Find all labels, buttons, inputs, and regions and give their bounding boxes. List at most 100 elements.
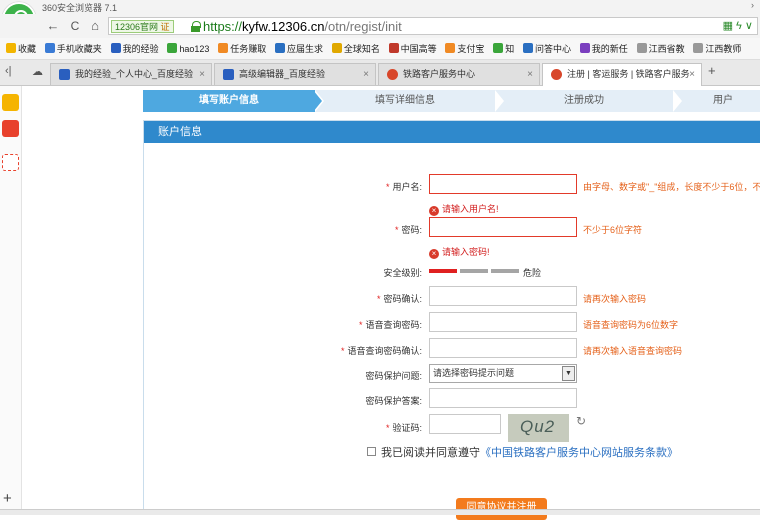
favorite-item[interactable]: 我的经验 xyxy=(110,38,159,59)
strength-bar-medium xyxy=(460,269,488,273)
mail-icon[interactable] xyxy=(2,154,19,171)
cert-icon: 证 xyxy=(160,22,170,32)
favorite-label: 手机收藏夹 xyxy=(56,44,102,54)
required-mark: * xyxy=(385,423,390,433)
baidu-icon xyxy=(110,43,121,53)
favorite-item[interactable]: hao123 xyxy=(167,38,210,59)
url-input[interactable]: 12306官网 证 https://kyfw.12306.cn/otn/regi… xyxy=(108,17,758,35)
favorite-label: 收藏 xyxy=(18,44,37,54)
new-tab-plus-icon[interactable]: + xyxy=(708,63,716,78)
security-question-select[interactable]: 请选择密码提示问题 ▼ xyxy=(429,364,577,383)
site-badge[interactable]: 12306官网 证 xyxy=(111,20,174,33)
close-icon[interactable]: × xyxy=(199,64,205,85)
label-text: 语音查询密码: xyxy=(365,320,422,330)
tab-advanced-editor[interactable]: 高级编辑器_百度经验 × xyxy=(214,63,376,85)
tab-label: 铁路客户服务中心 xyxy=(403,69,476,79)
tab-my-experience[interactable]: 我的经验_个人中心_百度经验 × xyxy=(50,63,212,85)
favorite-label: 江西教师 xyxy=(705,44,742,54)
page-icon xyxy=(636,43,647,53)
dropdown-arrow-icon[interactable]: ▼ xyxy=(562,366,575,381)
sidebar: + xyxy=(0,86,22,515)
step-success: 注册成功 xyxy=(495,90,673,112)
password-tip: 不少于6位字符 xyxy=(583,225,643,235)
username-input[interactable] xyxy=(429,174,577,194)
favorite-item[interactable]: 应届生求 xyxy=(275,38,324,59)
close-icon[interactable]: × xyxy=(689,64,695,85)
password-input[interactable] xyxy=(429,217,577,237)
add-icon[interactable]: + xyxy=(3,490,12,507)
refresh-icon[interactable]: C xyxy=(66,18,84,34)
voice-password-label: * 语音查询密码: xyxy=(330,318,422,331)
registration-steps: 填写账户信息 填写详细信息 注册成功 用户 xyxy=(143,90,760,112)
favorite-label: 应届生求 xyxy=(287,44,324,54)
favorite-item[interactable]: 江西省教 xyxy=(636,38,685,59)
site-badge-label: 12306官网 xyxy=(115,22,159,32)
favorite-item[interactable]: 收藏 xyxy=(6,38,37,59)
error-icon: × xyxy=(429,206,439,216)
globe-icon xyxy=(331,43,342,53)
weibo-icon[interactable] xyxy=(2,120,19,137)
favorite-item[interactable]: 问答中心 xyxy=(523,38,572,59)
captcha-input[interactable] xyxy=(429,414,501,434)
url-host: kyfw.12306.cn xyxy=(242,19,325,34)
username-tip: 由字母、数字或"_"组成，长度不少于6位，不多 xyxy=(583,182,760,192)
required-mark: * xyxy=(385,182,390,192)
favorite-item[interactable]: 手机收藏夹 xyxy=(44,38,102,59)
favorite-item[interactable]: 全球知名 xyxy=(331,38,380,59)
tab-register[interactable]: 注册 | 客运服务 | 铁路客户服务 × xyxy=(542,63,702,86)
u-icon xyxy=(579,43,590,53)
home-icon[interactable]: ⌂ xyxy=(86,18,104,34)
star-icon[interactable] xyxy=(2,94,19,111)
url-scheme: https:// xyxy=(203,19,243,34)
close-icon[interactable]: × xyxy=(363,64,369,85)
select-value: 请选择密码提示问题 xyxy=(433,368,515,378)
security-answer-input[interactable] xyxy=(429,388,577,408)
tab-label: 注册 | 客运服务 | 铁路客户服务 xyxy=(567,69,690,79)
terms-link[interactable]: 《中国铁路客户服务中心网站服务条款》 xyxy=(480,447,678,459)
back-arrow-icon[interactable]: ← xyxy=(44,18,62,34)
favorite-item[interactable]: 江西教师 xyxy=(693,38,742,59)
agree-checkbox[interactable] xyxy=(367,447,376,456)
tab-railway-service[interactable]: 铁路客户服务中心 × xyxy=(378,63,540,85)
close-icon[interactable]: × xyxy=(527,64,533,85)
favorite-item[interactable]: 任务赚取 xyxy=(218,38,266,59)
tab-label: 高级编辑器_百度经验 xyxy=(239,69,326,79)
favorite-label: hao123 xyxy=(179,44,210,54)
confirm-password-label: * 密码确认: xyxy=(330,292,422,305)
captcha-image[interactable]: Qu2 xyxy=(508,414,569,442)
address-bar: ← C ⌂ 12306官网 证 https://kyfw.12306.cn/ot… xyxy=(0,14,760,38)
required-mark: * xyxy=(340,346,345,356)
confirm-password-input[interactable] xyxy=(429,286,577,306)
step-user: 用户 xyxy=(673,90,760,112)
agree-label: 我已阅读并同意遵守 xyxy=(381,447,480,459)
favorite-item[interactable]: 中国高等 xyxy=(388,38,437,59)
cloud-icon[interactable]: ☁ xyxy=(32,65,43,78)
lightning-icon[interactable]: ▦ ϟ ∨ xyxy=(723,19,753,32)
task-icon xyxy=(218,43,229,53)
window-controls[interactable]: › xyxy=(751,0,754,10)
strength-bar-strong xyxy=(491,269,519,273)
favorite-item[interactable]: 我的新任 xyxy=(579,38,628,59)
tab-scroll-left-icon[interactable]: ‹| xyxy=(5,65,12,77)
voice-password-tip: 语音查询密码为6位数字 xyxy=(583,320,679,330)
voice-password-input[interactable] xyxy=(429,312,577,332)
favorite-item[interactable]: 支付宝 xyxy=(445,38,485,59)
voice-password-confirm-input[interactable] xyxy=(429,338,577,358)
zhidao-icon xyxy=(493,43,504,53)
security-answer-label: 密码保护答案: xyxy=(365,396,422,406)
favorite-item[interactable]: 知 xyxy=(493,38,514,59)
error-text: 请输入密码! xyxy=(442,247,490,257)
password-label: * 密码: xyxy=(330,223,422,236)
favorite-label: 支付宝 xyxy=(457,44,485,54)
baidu-icon xyxy=(223,69,234,80)
lock-icon xyxy=(191,21,201,32)
step-detail-info: 填写详细信息 xyxy=(315,90,495,112)
panel-title: 账户信息 xyxy=(144,121,760,143)
favorite-label: 问答中心 xyxy=(535,44,572,54)
strength-value: 危险 xyxy=(523,268,542,278)
refresh-captcha-icon[interactable]: ↻ xyxy=(576,414,586,428)
password-error: × 请输入密码! xyxy=(429,245,490,259)
favorite-label: 江西省教 xyxy=(648,44,685,54)
status-bar xyxy=(0,509,760,515)
voice-password-confirm-tip: 请再次输入语音查询密码 xyxy=(583,346,683,356)
